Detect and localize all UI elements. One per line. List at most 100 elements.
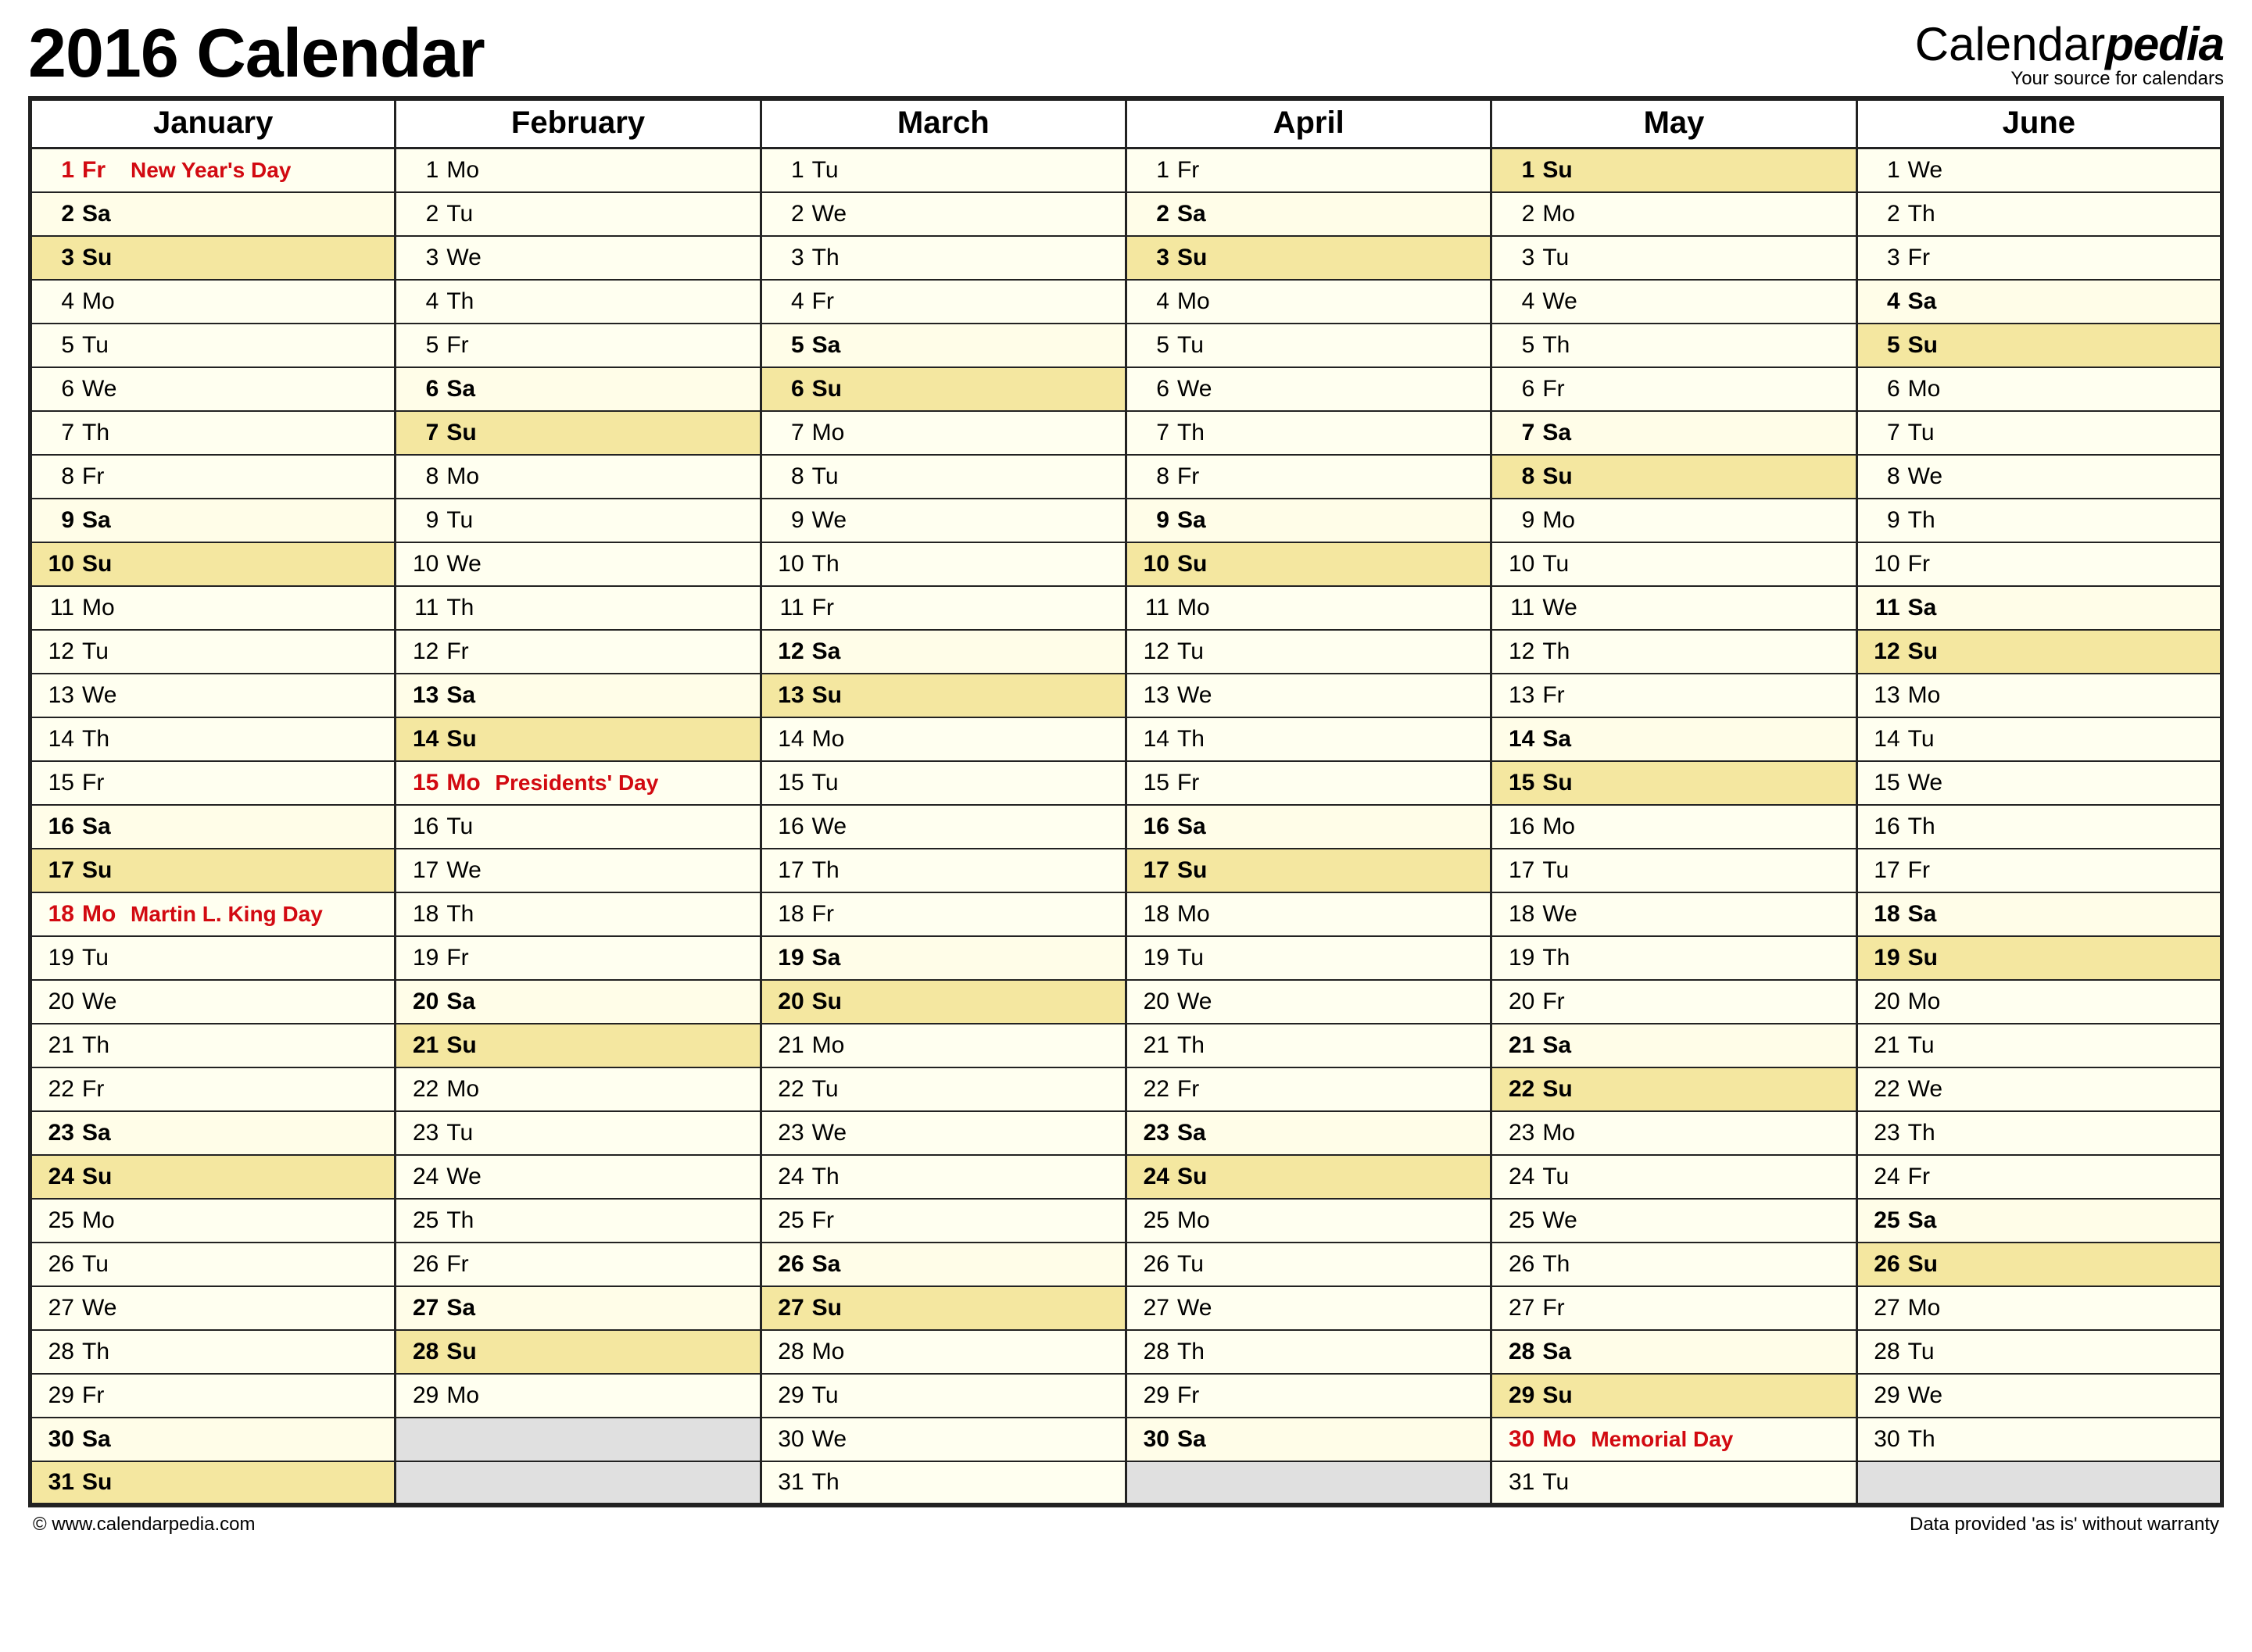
day-number: 25 — [1135, 1207, 1171, 1234]
day-cell: 13Mo — [1856, 674, 2222, 717]
day-number: 13 — [40, 682, 76, 709]
day-number: 15 — [404, 770, 440, 796]
day-cell: 10Su — [30, 542, 396, 586]
day-of-week: Th — [76, 420, 123, 446]
day-of-week: Tu — [440, 201, 487, 227]
day-cell: 24Su — [1126, 1155, 1491, 1199]
day-number: 2 — [1866, 201, 1902, 227]
day-of-week: Th — [1902, 813, 1949, 840]
day-of-week: We — [76, 1295, 123, 1321]
day-cell: 19Su — [1856, 936, 2222, 980]
day-number: 1 — [1135, 157, 1171, 184]
day-number: 16 — [40, 813, 76, 840]
month-header: June — [1856, 98, 2222, 148]
day-cell: 6Su — [761, 367, 1126, 411]
month-header: February — [396, 98, 761, 148]
day-of-week: Fr — [1171, 1382, 1218, 1409]
day-number: 22 — [770, 1076, 806, 1103]
day-cell: 7Sa — [1491, 411, 1856, 455]
brand-pedia: pedia — [2105, 22, 2224, 66]
day-cell: 25Mo — [30, 1199, 396, 1243]
day-cell: 18Sa — [1856, 892, 2222, 936]
day-cell: 5Th — [1491, 324, 1856, 367]
day-cell: 20We — [1126, 980, 1491, 1024]
day-cell: 31Su — [30, 1461, 396, 1505]
day-of-week: Th — [806, 857, 853, 884]
day-number: 28 — [1500, 1339, 1536, 1365]
day-cell: 17Th — [761, 849, 1126, 892]
day-number: 24 — [404, 1164, 440, 1190]
day-cell: 23Tu — [396, 1111, 761, 1155]
day-cell: 2Sa — [30, 192, 396, 236]
day-of-week: Th — [76, 726, 123, 753]
day-number: 21 — [1500, 1032, 1536, 1059]
day-cell: 4We — [1491, 280, 1856, 324]
day-cell: 16Th — [1856, 805, 2222, 849]
day-cell: 11Mo — [30, 586, 396, 630]
day-of-week: Sa — [1171, 507, 1218, 534]
day-number: 7 — [1500, 420, 1536, 446]
day-cell: 8Tu — [761, 455, 1126, 499]
day-of-week: Tu — [76, 945, 123, 971]
day-number: 20 — [1135, 989, 1171, 1015]
day-number: 18 — [40, 901, 76, 928]
day-number: 14 — [1135, 726, 1171, 753]
day-number: 3 — [40, 245, 76, 271]
day-of-week: We — [1902, 770, 1949, 796]
day-of-week: We — [440, 245, 487, 271]
day-of-week: Mo — [806, 1339, 853, 1365]
day-number: 2 — [404, 201, 440, 227]
day-of-week: Fr — [440, 332, 487, 359]
day-of-week: Tu — [1171, 332, 1218, 359]
day-number: 12 — [1135, 638, 1171, 665]
day-number: 13 — [770, 682, 806, 709]
day-cell: 5Sa — [761, 324, 1126, 367]
day-cell: 27Fr — [1491, 1286, 1856, 1330]
day-number: 29 — [40, 1382, 76, 1409]
day-cell: 4Fr — [761, 280, 1126, 324]
day-of-week: We — [1902, 463, 1949, 490]
day-number: 7 — [770, 420, 806, 446]
day-cell: 1Su — [1491, 148, 1856, 192]
day-of-week: Sa — [76, 201, 123, 227]
day-of-week: Th — [1536, 638, 1583, 665]
day-number: 18 — [1135, 901, 1171, 928]
day-number: 1 — [404, 157, 440, 184]
day-of-week: Tu — [440, 813, 487, 840]
day-number: 26 — [1866, 1251, 1902, 1278]
day-cell: 10Fr — [1856, 542, 2222, 586]
day-of-week: We — [806, 507, 853, 534]
day-number: 15 — [1135, 770, 1171, 796]
day-number: 28 — [770, 1339, 806, 1365]
day-number: 30 — [1135, 1426, 1171, 1453]
day-cell: 30Th — [1856, 1418, 2222, 1461]
day-cell: 17Tu — [1491, 849, 1856, 892]
day-of-week: We — [76, 376, 123, 402]
day-cell: 10Su — [1126, 542, 1491, 586]
day-cell: 9Mo — [1491, 499, 1856, 542]
day-of-week: Th — [806, 1164, 853, 1190]
day-number: 16 — [1866, 813, 1902, 840]
day-cell — [1856, 1461, 2222, 1505]
day-number: 22 — [1500, 1076, 1536, 1103]
day-cell: 29Su — [1491, 1374, 1856, 1418]
day-number: 5 — [770, 332, 806, 359]
day-number: 8 — [40, 463, 76, 490]
day-of-week: Fr — [1902, 245, 1949, 271]
day-number: 6 — [1866, 376, 1902, 402]
day-cell: 30We — [761, 1418, 1126, 1461]
day-number: 29 — [1135, 1382, 1171, 1409]
day-cell: 25Mo — [1126, 1199, 1491, 1243]
event-label: Memorial Day — [1583, 1427, 1733, 1452]
day-number: 30 — [1866, 1426, 1902, 1453]
day-cell: 24We — [396, 1155, 761, 1199]
day-cell: 26Su — [1856, 1243, 2222, 1286]
day-cell: 10We — [396, 542, 761, 586]
day-cell: 20Mo — [1856, 980, 2222, 1024]
day-number: 7 — [1135, 420, 1171, 446]
day-number: 27 — [1135, 1295, 1171, 1321]
day-cell: 27Sa — [396, 1286, 761, 1330]
day-number: 17 — [404, 857, 440, 884]
day-cell: 4Sa — [1856, 280, 2222, 324]
day-of-week: We — [1171, 682, 1218, 709]
